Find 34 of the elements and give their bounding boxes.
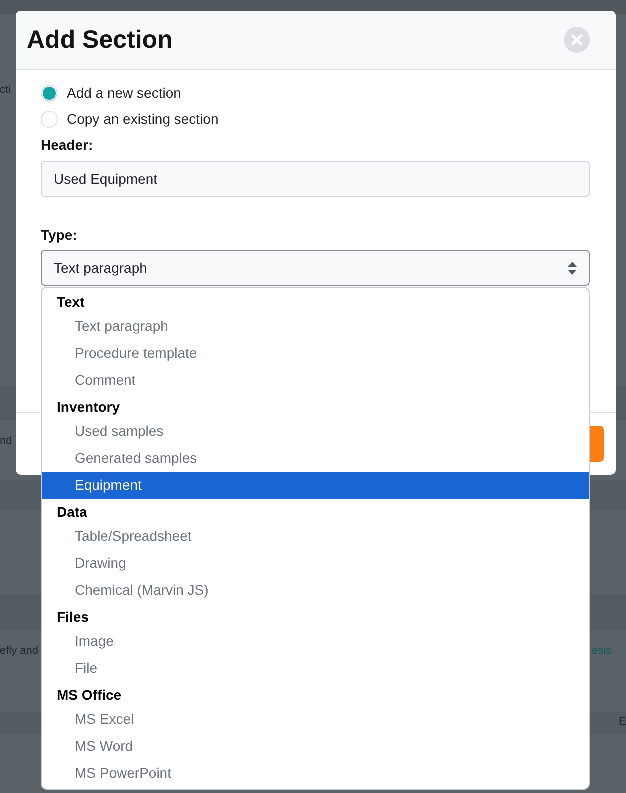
dropdown-option[interactable]: MS Word <box>42 733 589 760</box>
field-label: Header: <box>41 136 94 155</box>
background-text: cti <box>0 83 11 98</box>
dropdown-option[interactable]: Used samples <box>42 418 589 445</box>
option-group-label: Inventory <box>56 398 122 417</box>
option-group-label: Text <box>56 293 86 312</box>
background-link: esis <box>592 644 612 659</box>
dropdown-option[interactable]: Text paragraph <box>42 313 589 340</box>
option-group-label: MS Office <box>56 686 123 705</box>
header-input[interactable]: Used Equipment <box>41 161 590 197</box>
option-group-label: Data <box>56 503 88 522</box>
radio-label[interactable]: Add a new section <box>67 85 182 101</box>
radio-button[interactable] <box>41 110 58 128</box>
dropdown-option[interactable]: Generated samples <box>42 445 589 472</box>
option-group-label: Files <box>56 608 90 627</box>
type-select[interactable]: Text paragraph <box>41 250 590 286</box>
dropdown-option[interactable]: Equipment <box>42 472 589 499</box>
dropdown-option[interactable]: Comment <box>42 367 589 394</box>
dropdown-option[interactable]: Image <box>42 628 589 655</box>
background-text: efly and <box>0 644 39 659</box>
field-label: Type: <box>41 226 78 245</box>
dropdown-option[interactable]: Procedure template <box>42 340 589 367</box>
dropdown-option[interactable]: Chemical (Marvin JS) <box>42 577 589 604</box>
background-text: nd <box>0 434 12 449</box>
dropdown-option[interactable]: Table/Spreadsheet <box>42 523 589 550</box>
radio-label[interactable]: Copy an existing section <box>67 111 219 127</box>
dropdown-option[interactable]: File <box>42 655 589 682</box>
dialog-title: Add Section <box>27 26 173 54</box>
sort-caret-icon <box>568 262 577 274</box>
dropdown-option[interactable]: MS PowerPoint <box>42 760 589 787</box>
radio-button[interactable] <box>41 84 58 102</box>
dropdown-option[interactable]: Drawing <box>42 550 589 577</box>
dropdown-option[interactable]: MS Excel <box>42 706 589 733</box>
close-icon[interactable] <box>564 27 590 53</box>
